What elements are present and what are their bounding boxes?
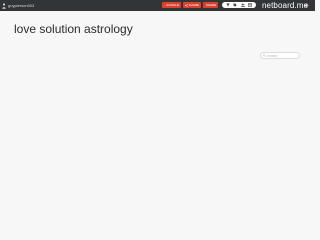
tag-icon[interactable] xyxy=(233,3,237,7)
filter-icon[interactable] xyxy=(226,3,230,7)
page-title: love solution astrology xyxy=(14,22,133,36)
share-button-1[interactable]: SHARE xyxy=(183,2,201,8)
svg-text:g: g xyxy=(164,4,165,6)
share-button-2[interactable]: SHARE xyxy=(203,2,218,8)
share-buttons: g GOOGLE SHARE SHARE xyxy=(162,2,218,8)
top-bar: guypierson003 g GOOGLE SHARE SHARE netbo… xyxy=(0,0,315,11)
search-icon xyxy=(263,54,266,57)
username-label: guypierson003 xyxy=(8,3,35,8)
search-box[interactable] xyxy=(260,52,300,59)
people-icon[interactable] xyxy=(240,3,245,7)
board-tools xyxy=(222,2,256,8)
brand-logo[interactable]: netboard.me xyxy=(262,1,308,10)
user-icon xyxy=(2,2,6,9)
google-share-button[interactable]: g GOOGLE xyxy=(162,2,181,8)
share-label-1: SHARE xyxy=(188,3,199,7)
layout-icon[interactable] xyxy=(248,3,253,7)
share-icon xyxy=(185,3,188,7)
share-label-2: SHARE xyxy=(205,3,217,7)
google-share-label: GOOGLE xyxy=(165,3,179,7)
user-menu[interactable]: guypierson003 xyxy=(2,2,34,9)
search-input[interactable] xyxy=(267,53,299,58)
logout-icon[interactable] xyxy=(304,3,309,8)
google-plus-icon: g xyxy=(164,4,165,6)
